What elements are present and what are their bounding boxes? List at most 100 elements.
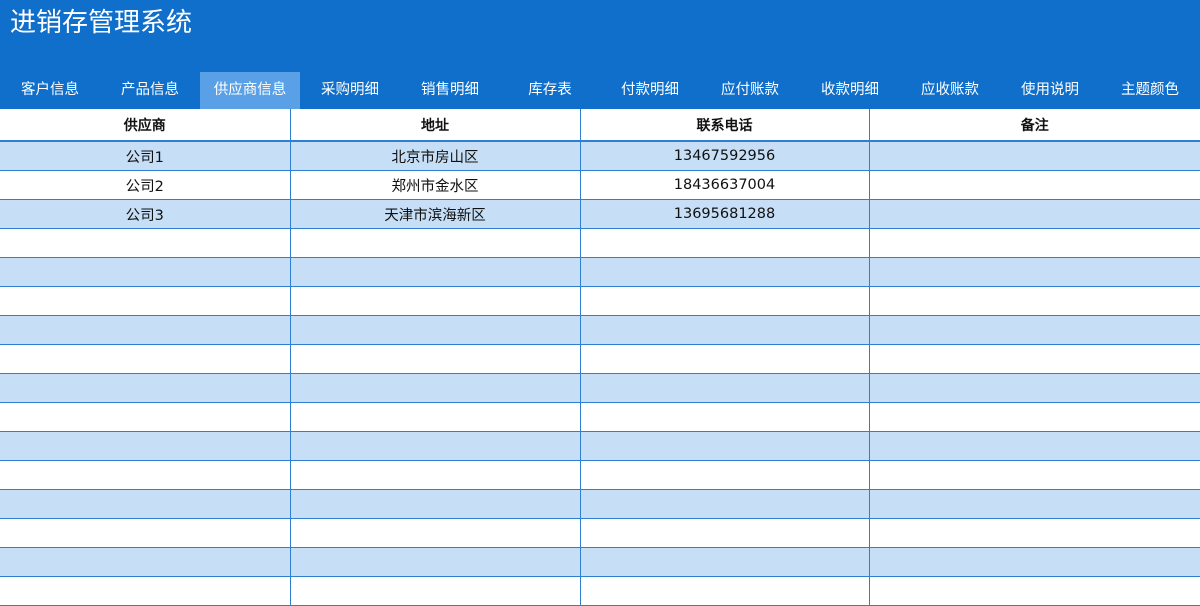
cell-address[interactable] bbox=[289, 489, 581, 519]
cell-notes[interactable] bbox=[868, 373, 1200, 403]
cell-phone[interactable] bbox=[579, 402, 870, 432]
cell-supplier[interactable]: 公司1 bbox=[0, 141, 291, 171]
cell-phone[interactable] bbox=[579, 489, 870, 519]
cell-phone[interactable] bbox=[579, 547, 870, 577]
supplier-table: 供应商 地址 联系电话 备注 公司1 北京市房山区 13467592956 公司2 郑州… bbox=[0, 109, 1200, 606]
cell-address[interactable] bbox=[289, 257, 581, 287]
table-row: 公司3 天津市滨海新区 13695681288 bbox=[0, 199, 1200, 229]
table-row bbox=[0, 228, 1200, 258]
cell-supplier[interactable] bbox=[0, 402, 291, 432]
cell-notes[interactable] bbox=[868, 315, 1200, 345]
cell-address[interactable] bbox=[289, 402, 581, 432]
cell-supplier[interactable] bbox=[0, 257, 291, 287]
cell-address[interactable] bbox=[289, 518, 581, 548]
tab-sales-details[interactable]: 销售明细 bbox=[400, 72, 500, 109]
tab-product-info[interactable]: 产品信息 bbox=[100, 72, 200, 109]
tab-customer-info[interactable]: 客户信息 bbox=[0, 72, 100, 109]
cell-address[interactable]: 郑州市金水区 bbox=[289, 170, 581, 200]
cell-address[interactable]: 北京市房山区 bbox=[289, 141, 581, 171]
cell-supplier[interactable] bbox=[0, 460, 291, 490]
tab-instructions[interactable]: 使用说明 bbox=[1000, 72, 1100, 109]
tab-bar: 客户信息 产品信息 供应商信息 采购明细 销售明细 库存表 付款明细 应付账款 … bbox=[0, 72, 1200, 109]
cell-address[interactable]: 天津市滨海新区 bbox=[289, 199, 581, 229]
cell-address[interactable] bbox=[289, 344, 581, 374]
cell-supplier[interactable] bbox=[0, 576, 291, 606]
table-row bbox=[0, 576, 1200, 606]
cell-address[interactable] bbox=[289, 431, 581, 461]
cell-supplier[interactable] bbox=[0, 489, 291, 519]
cell-notes[interactable] bbox=[868, 402, 1200, 432]
table-body: 公司1 北京市房山区 13467592956 公司2 郑州市金水区 18436637004… bbox=[0, 141, 1200, 606]
cell-address[interactable] bbox=[289, 460, 581, 490]
cell-phone[interactable]: 13695681288 bbox=[579, 199, 870, 229]
cell-address[interactable] bbox=[289, 315, 581, 345]
cell-address[interactable] bbox=[289, 228, 581, 258]
cell-notes[interactable] bbox=[868, 518, 1200, 548]
cell-phone[interactable] bbox=[579, 257, 870, 287]
table-header-row: 供应商 地址 联系电话 备注 bbox=[0, 109, 1200, 142]
cell-notes[interactable] bbox=[868, 489, 1200, 519]
tab-purchase-details[interactable]: 采购明细 bbox=[300, 72, 400, 109]
cell-notes[interactable] bbox=[868, 199, 1200, 229]
cell-notes[interactable] bbox=[868, 170, 1200, 200]
cell-phone[interactable] bbox=[579, 373, 870, 403]
cell-address[interactable] bbox=[289, 373, 581, 403]
tab-accounts-receivable[interactable]: 应收账款 bbox=[900, 72, 1000, 109]
cell-notes[interactable] bbox=[868, 460, 1200, 490]
cell-notes[interactable] bbox=[868, 141, 1200, 171]
cell-address[interactable] bbox=[289, 286, 581, 316]
table-row bbox=[0, 431, 1200, 461]
app-window: 进销存管理系统 客户信息 产品信息 供应商信息 采购明细 销售明细 库存表 付款… bbox=[0, 0, 1200, 606]
cell-phone[interactable] bbox=[579, 344, 870, 374]
cell-supplier[interactable] bbox=[0, 228, 291, 258]
cell-address[interactable] bbox=[289, 576, 581, 606]
column-header-phone[interactable]: 联系电话 bbox=[579, 109, 870, 142]
tab-theme-color[interactable]: 主题颜色 bbox=[1100, 72, 1200, 109]
cell-address[interactable] bbox=[289, 547, 581, 577]
cell-phone[interactable] bbox=[579, 315, 870, 345]
table-row bbox=[0, 315, 1200, 345]
tab-accounts-payable[interactable]: 应付账款 bbox=[700, 72, 800, 109]
cell-supplier[interactable]: 公司3 bbox=[0, 199, 291, 229]
cell-phone[interactable] bbox=[579, 431, 870, 461]
cell-notes[interactable] bbox=[868, 228, 1200, 258]
cell-supplier[interactable] bbox=[0, 518, 291, 548]
app-header: 进销存管理系统 客户信息 产品信息 供应商信息 采购明细 销售明细 库存表 付款… bbox=[0, 0, 1200, 109]
cell-phone[interactable] bbox=[579, 286, 870, 316]
cell-phone[interactable] bbox=[579, 460, 870, 490]
cell-phone[interactable] bbox=[579, 576, 870, 606]
cell-supplier[interactable]: 公司2 bbox=[0, 170, 291, 200]
cell-supplier[interactable] bbox=[0, 286, 291, 316]
table-row: 公司2 郑州市金水区 18436637004 bbox=[0, 170, 1200, 200]
cell-notes[interactable] bbox=[868, 257, 1200, 287]
table-row bbox=[0, 460, 1200, 490]
column-header-notes[interactable]: 备注 bbox=[868, 109, 1200, 142]
column-header-address[interactable]: 地址 bbox=[289, 109, 581, 142]
table-row: 公司1 北京市房山区 13467592956 bbox=[0, 141, 1200, 171]
cell-notes[interactable] bbox=[868, 431, 1200, 461]
cell-phone[interactable]: 13467592956 bbox=[579, 141, 870, 171]
cell-notes[interactable] bbox=[868, 286, 1200, 316]
column-header-supplier[interactable]: 供应商 bbox=[0, 109, 291, 142]
tab-payment-details[interactable]: 付款明细 bbox=[600, 72, 700, 109]
table-row bbox=[0, 547, 1200, 577]
table-row bbox=[0, 373, 1200, 403]
tab-receipt-details[interactable]: 收款明细 bbox=[800, 72, 900, 109]
cell-phone[interactable]: 18436637004 bbox=[579, 170, 870, 200]
tab-inventory[interactable]: 库存表 bbox=[500, 72, 600, 109]
app-title: 进销存管理系统 bbox=[10, 8, 193, 38]
cell-supplier[interactable] bbox=[0, 431, 291, 461]
cell-notes[interactable] bbox=[868, 547, 1200, 577]
cell-notes[interactable] bbox=[868, 576, 1200, 606]
table-row bbox=[0, 489, 1200, 519]
tab-supplier-info[interactable]: 供应商信息 bbox=[200, 72, 300, 109]
cell-phone[interactable] bbox=[579, 518, 870, 548]
cell-supplier[interactable] bbox=[0, 373, 291, 403]
cell-notes[interactable] bbox=[868, 344, 1200, 374]
cell-phone[interactable] bbox=[579, 228, 870, 258]
cell-supplier[interactable] bbox=[0, 344, 291, 374]
cell-supplier[interactable] bbox=[0, 315, 291, 345]
table-row bbox=[0, 257, 1200, 287]
cell-supplier[interactable] bbox=[0, 547, 291, 577]
supplier-table-container: 供应商 地址 联系电话 备注 公司1 北京市房山区 13467592956 公司2 郑州… bbox=[0, 109, 1200, 606]
